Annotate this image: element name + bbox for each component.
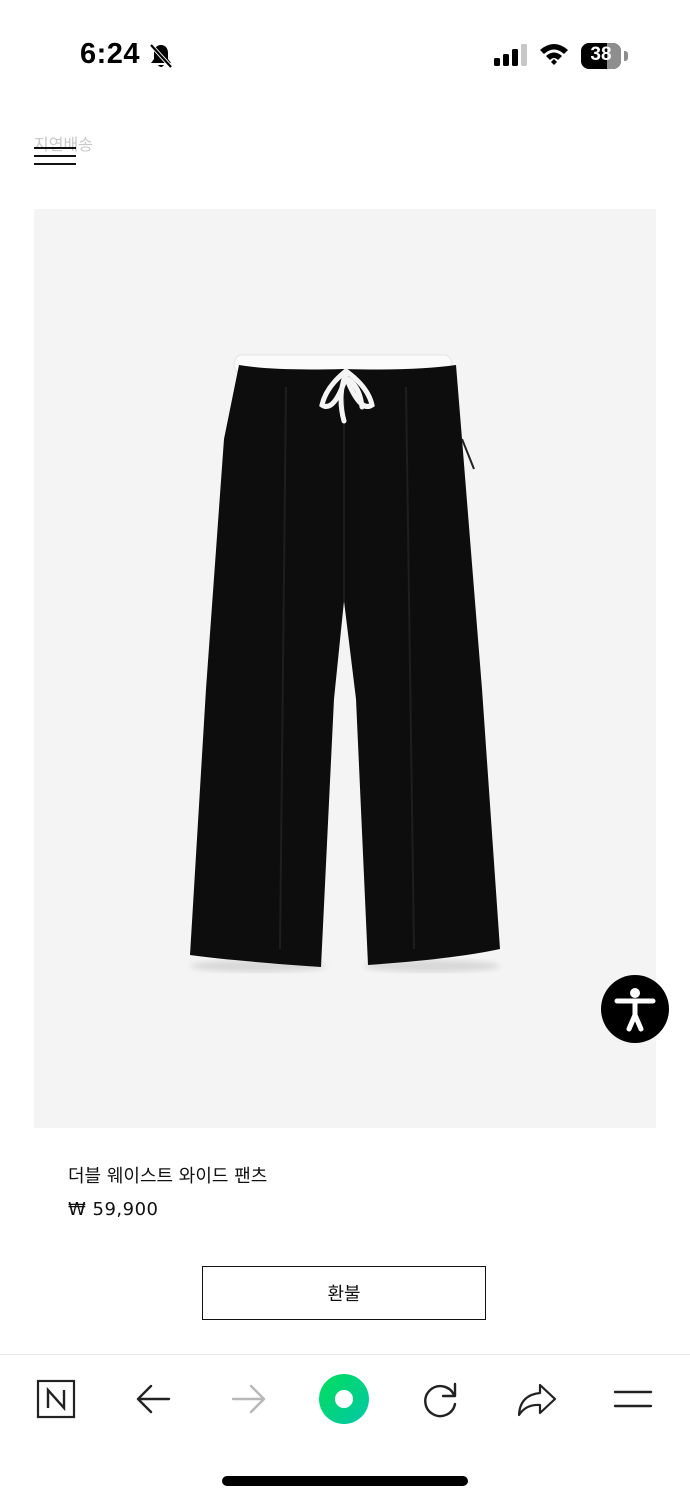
browser-toolbar xyxy=(0,1354,690,1447)
naver-icon xyxy=(36,1379,76,1419)
wifi-icon xyxy=(540,44,568,65)
menu-icon xyxy=(613,1390,653,1408)
back-button[interactable] xyxy=(123,1371,183,1431)
share-icon xyxy=(517,1383,557,1417)
menu-button[interactable] xyxy=(603,1371,663,1431)
naver-button[interactable] xyxy=(26,1371,86,1431)
status-bar: 6:24 38 xyxy=(0,0,690,110)
home-indicator[interactable] xyxy=(222,1476,468,1486)
reload-button[interactable] xyxy=(410,1371,470,1431)
hamburger-menu-icon[interactable] xyxy=(34,143,76,167)
back-arrow-icon xyxy=(136,1384,171,1414)
product-name[interactable]: 더블 웨이스트 와이드 팬츠 xyxy=(68,1162,267,1188)
forward-arrow-icon xyxy=(231,1384,266,1414)
refund-button-label: 환불 xyxy=(327,1284,361,1305)
product-price: ₩ 59,900 xyxy=(68,1199,159,1220)
cellular-signal-icon xyxy=(494,44,527,66)
bell-muted-icon xyxy=(149,43,173,69)
status-time: 6:24 xyxy=(80,38,141,70)
share-button[interactable] xyxy=(506,1371,566,1431)
product-image[interactable] xyxy=(34,209,656,1128)
home-button[interactable] xyxy=(314,1371,374,1431)
battery-tip xyxy=(624,51,628,61)
accessibility-icon xyxy=(614,988,656,1032)
battery-icon: 38 xyxy=(581,43,621,69)
green-home-icon xyxy=(319,1374,369,1424)
refund-button[interactable]: 환불 xyxy=(202,1266,486,1320)
accessibility-button[interactable] xyxy=(601,975,669,1043)
black-wide-pants-image xyxy=(190,354,500,972)
forward-button[interactable] xyxy=(219,1371,279,1431)
battery-level: 38 xyxy=(590,44,612,65)
reload-icon xyxy=(424,1382,457,1418)
